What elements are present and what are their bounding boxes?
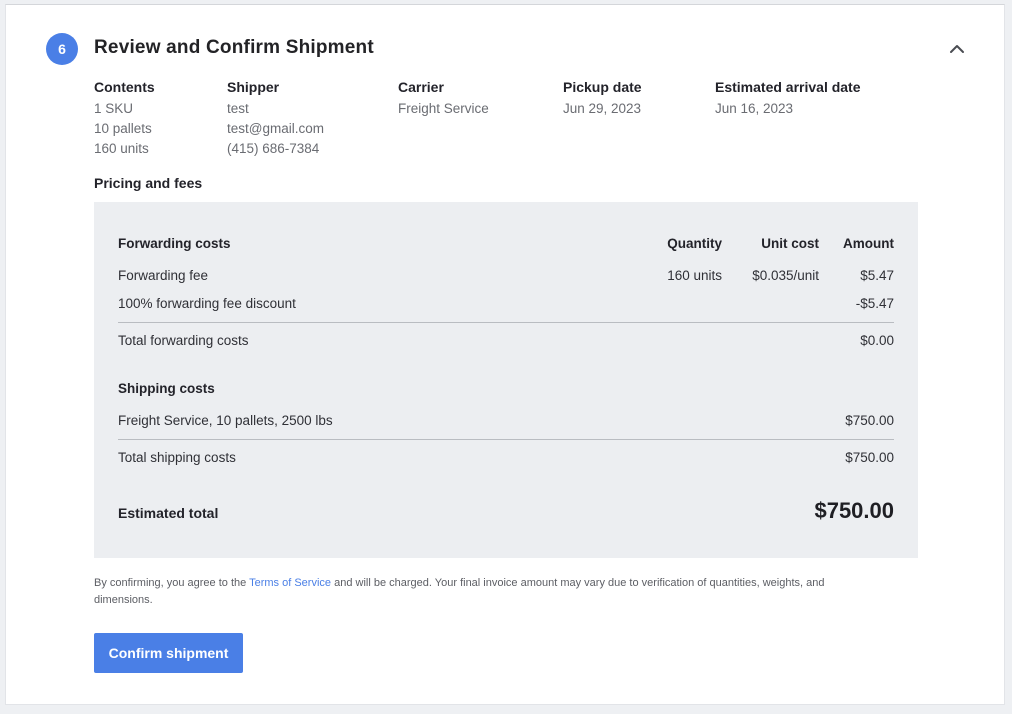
- line-item-amount: $5.47: [860, 268, 894, 283]
- step-number-badge: 6: [46, 33, 78, 65]
- shipping-total-amount: $750.00: [845, 450, 894, 465]
- forwarding-total-row: Total forwarding costs $0.00: [118, 333, 894, 353]
- pickup-date-label: Pickup date: [563, 79, 642, 95]
- line-item-name: 100% forwarding fee discount: [118, 296, 296, 311]
- pricing-panel: Forwarding costs Quantity Unit cost Amou…: [94, 202, 918, 558]
- section-header: 6 Review and Confirm Shipment: [46, 33, 1004, 65]
- shipping-divider: [118, 439, 894, 440]
- shipper-name: test: [227, 101, 249, 116]
- forwarding-header-row: Forwarding costs Quantity Unit cost Amou…: [118, 236, 894, 256]
- forwarding-discount-row: 100% forwarding fee discount -$5.47: [118, 296, 894, 316]
- pickup-date-column: Pickup date Jun 29, 2023: [563, 79, 642, 119]
- amount-column-header: Amount: [843, 236, 894, 251]
- line-item-name: Freight Service, 10 pallets, 2500 lbs: [118, 413, 333, 428]
- forwarding-total-amount: $0.00: [860, 333, 894, 348]
- estimated-total-label: Estimated total: [118, 505, 219, 521]
- forwarding-fee-row: Forwarding fee 160 units $0.035/unit $5.…: [118, 268, 894, 288]
- unit-cost-column-header: Unit cost: [761, 236, 819, 251]
- shipper-column: Shipper test test@gmail.com (415) 686-73…: [227, 79, 324, 159]
- contents-sku: 1 SKU: [94, 101, 134, 116]
- forwarding-heading: Forwarding costs: [118, 236, 231, 251]
- shipping-total-row: Total shipping costs $750.00: [118, 450, 894, 470]
- carrier-label: Carrier: [398, 79, 444, 95]
- disclaimer-prefix: By confirming, you agree to the: [94, 577, 250, 589]
- pricing-title: Pricing and fees: [94, 175, 203, 191]
- shipper-phone: (415) 686-7384: [227, 141, 320, 156]
- shipper-label: Shipper: [227, 79, 280, 95]
- estimated-total-amount: $750.00: [814, 498, 894, 523]
- contents-units: 160 units: [94, 141, 149, 156]
- line-item-unit-cost: $0.035/unit: [752, 268, 819, 283]
- line-item-quantity: 160 units: [667, 268, 722, 283]
- estimated-total-row: Estimated total $750.00: [118, 498, 894, 528]
- shipper-email: test@gmail.com: [227, 121, 324, 136]
- pickup-date-value: Jun 29, 2023: [563, 101, 642, 116]
- carrier-column: Carrier Freight Service: [398, 79, 489, 119]
- chevron-up-icon[interactable]: [949, 41, 965, 57]
- confirm-shipment-button[interactable]: Confirm shipment: [94, 633, 243, 673]
- arrival-date-column: Estimated arrival date Jun 16, 2023: [715, 79, 861, 119]
- arrival-date-label: Estimated arrival date: [715, 79, 861, 95]
- shipping-total-label: Total shipping costs: [118, 450, 236, 465]
- review-confirm-card: 6 Review and Confirm Shipment Contents 1…: [5, 4, 1005, 705]
- terms-of-service-link[interactable]: Terms of Service: [249, 577, 331, 589]
- contents-pallets: 10 pallets: [94, 121, 152, 136]
- quantity-column-header: Quantity: [667, 236, 722, 251]
- forwarding-divider: [118, 322, 894, 323]
- line-item-amount: $750.00: [845, 413, 894, 428]
- forwarding-total-label: Total forwarding costs: [118, 333, 249, 348]
- terms-disclaimer: By confirming, you agree to the Terms of…: [94, 575, 884, 609]
- contents-column: Contents 1 SKU 10 pallets 160 units: [94, 79, 155, 159]
- line-item-name: Forwarding fee: [118, 268, 209, 283]
- arrival-date-value: Jun 16, 2023: [715, 101, 794, 116]
- shipping-header-row: Shipping costs: [118, 381, 894, 401]
- shipping-heading: Shipping costs: [118, 381, 215, 396]
- carrier-value: Freight Service: [398, 101, 489, 116]
- shipping-item-row: Freight Service, 10 pallets, 2500 lbs $7…: [118, 413, 894, 433]
- contents-label: Contents: [94, 79, 155, 95]
- line-item-amount: -$5.47: [855, 296, 894, 311]
- section-title: Review and Confirm Shipment: [94, 37, 374, 58]
